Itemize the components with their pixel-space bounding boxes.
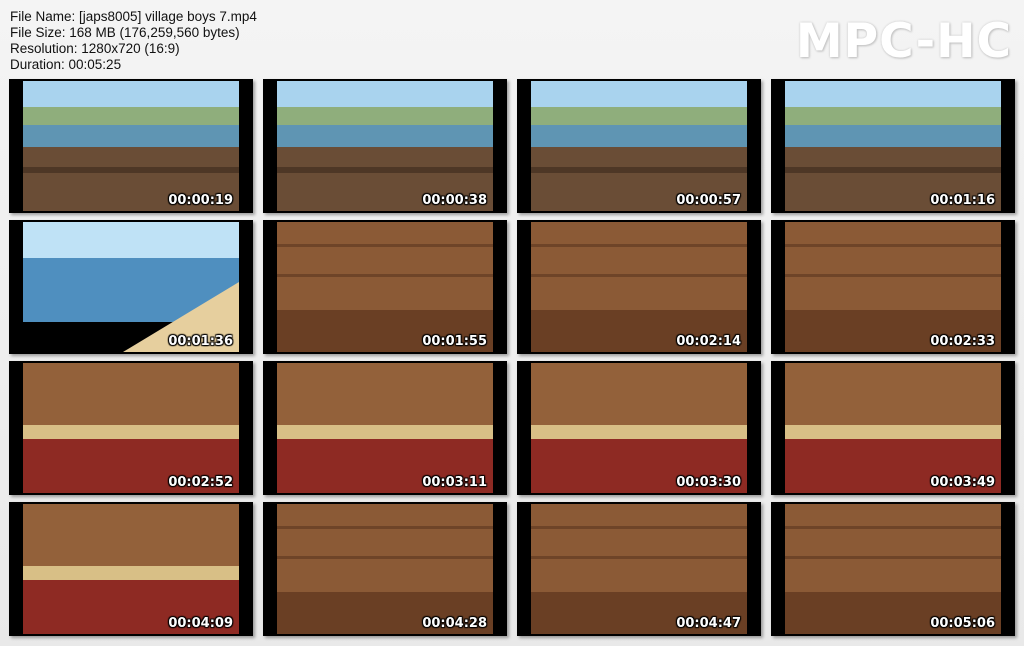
thumbnail-frame [23, 222, 239, 352]
thumbnail: 00:03:49 [771, 361, 1015, 495]
thumbnail-frame [785, 504, 1001, 634]
thumbnail-frame [23, 81, 239, 211]
file-name-text: File Name: [japs8005] village boys 7.mp4 [10, 9, 257, 24]
thumbnail-frame [277, 504, 493, 634]
thumbnail: 00:02:33 [771, 220, 1015, 354]
thumbnail-grid: 00:00:19 00:00:38 00:00:57 00:01:16 00:0… [9, 79, 1015, 636]
thumbnail: 00:00:38 [263, 79, 507, 213]
thumbnail-frame [23, 363, 239, 493]
timestamp-label: 00:03:30 [676, 475, 741, 490]
thumbnail-frame [785, 81, 1001, 211]
thumbnail: 00:01:36 [9, 220, 253, 354]
mpc-hc-logo: MPC-HC [795, 14, 1012, 69]
thumbnail: 00:05:06 [771, 502, 1015, 636]
timestamp-label: 00:04:09 [168, 616, 233, 631]
thumbnail: 00:00:19 [9, 79, 253, 213]
thumbnail: 00:02:14 [517, 220, 761, 354]
thumbnail-frame [531, 363, 747, 493]
thumbnail-frame [785, 222, 1001, 352]
thumbnail-frame [277, 222, 493, 352]
resolution-text: Resolution: 1280x720 (16:9) [10, 41, 180, 56]
thumbnail: 00:03:30 [517, 361, 761, 495]
thumbnail: 00:00:57 [517, 79, 761, 213]
timestamp-label: 00:04:47 [676, 616, 741, 631]
thumbnail-frame [531, 504, 747, 634]
timestamp-label: 00:03:11 [422, 475, 487, 490]
timestamp-label: 00:01:16 [930, 193, 995, 208]
timestamp-label: 00:02:52 [168, 475, 233, 490]
thumbnail-frame [531, 81, 747, 211]
timestamp-label: 00:01:55 [422, 334, 487, 349]
timestamp-label: 00:00:57 [676, 193, 741, 208]
thumbnail-frame [277, 81, 493, 211]
file-info-panel: File Name: [japs8005] village boys 7.mp4… [10, 9, 257, 73]
thumbnail-frame [531, 222, 747, 352]
file-size-text: File Size: 168 MB (176,259,560 bytes) [10, 25, 240, 40]
thumbnail: 00:04:28 [263, 502, 507, 636]
thumbnail-frame [277, 363, 493, 493]
thumbnail: 00:02:52 [9, 361, 253, 495]
timestamp-label: 00:02:14 [676, 334, 741, 349]
thumbnail: 00:03:11 [263, 361, 507, 495]
timestamp-label: 00:00:38 [422, 193, 487, 208]
duration-text: Duration: 00:05:25 [10, 57, 122, 72]
timestamp-label: 00:02:33 [930, 334, 995, 349]
timestamp-label: 00:03:49 [930, 475, 995, 490]
thumbnail: 00:01:16 [771, 79, 1015, 213]
thumbnail-frame [785, 363, 1001, 493]
timestamp-label: 00:05:06 [930, 616, 995, 631]
thumbnail-frame [23, 504, 239, 634]
thumbnail: 00:01:55 [263, 220, 507, 354]
timestamp-label: 00:00:19 [168, 193, 233, 208]
timestamp-label: 00:04:28 [422, 616, 487, 631]
timestamp-label: 00:01:36 [168, 334, 233, 349]
thumbnail: 00:04:09 [9, 502, 253, 636]
thumbnail: 00:04:47 [517, 502, 761, 636]
